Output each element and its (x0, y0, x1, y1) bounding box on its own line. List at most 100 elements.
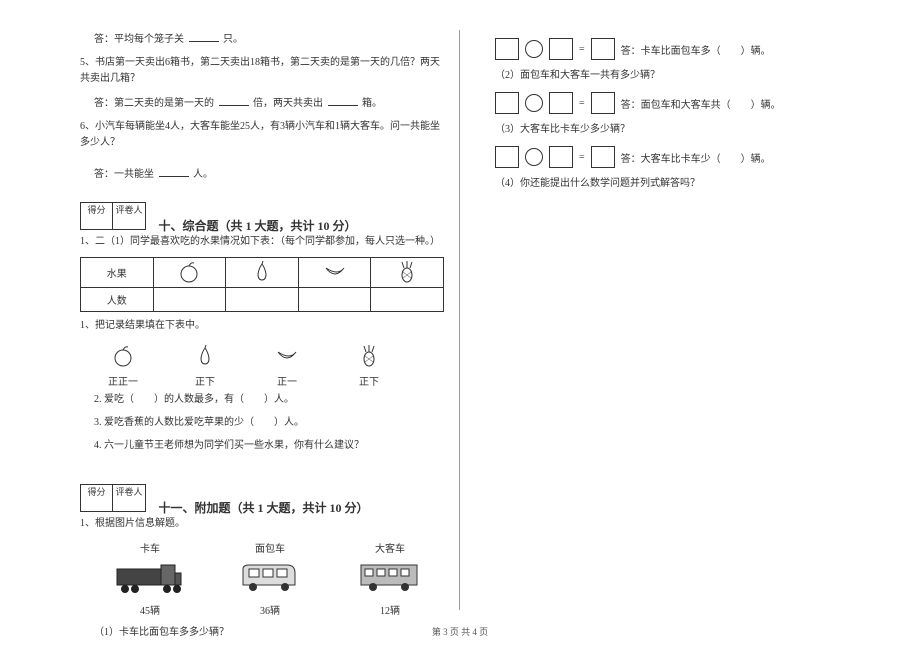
vehicle-truck: 卡车 45辆 (110, 540, 190, 617)
tally-col: 正下 (346, 342, 392, 388)
answer-text: 答：面包车和大客车共（ ）辆。 (621, 96, 781, 111)
result-box[interactable] (591, 146, 615, 168)
pear-icon (190, 342, 220, 368)
result-box[interactable] (591, 92, 615, 114)
answer-text: 答：大客车比卡车少（ ）辆。 (621, 150, 771, 165)
equation-row-2: = 答：面包车和大客车共（ ）辆。 (495, 92, 830, 114)
banana-icon (272, 342, 302, 368)
tally-col: 正下 (182, 342, 228, 388)
tally-text: 正下 (346, 373, 392, 388)
tally-text: 正下 (182, 373, 228, 388)
operator-circle[interactable] (525, 94, 543, 112)
count-cell[interactable] (371, 288, 444, 312)
vehicle-row: 卡车 45辆 面包车 36辆 (80, 540, 444, 617)
fruit-cell-banana (298, 258, 371, 288)
right-column: = 答：卡车比面包车多（ ）辆。 （2）面包车和大客车一共有多少辆？ = 答：面… (490, 30, 830, 610)
orange-icon (174, 258, 204, 284)
vehicle-bus: 大客车 12辆 (350, 540, 430, 617)
score-cell[interactable]: 得分 (81, 203, 113, 229)
vehicle-count: 12辆 (350, 602, 430, 617)
vehicle-label: 大客车 (350, 540, 430, 555)
vehicle-count: 45辆 (110, 602, 190, 617)
text: 人。 (193, 169, 213, 180)
fruit-cell-pineapple (371, 258, 444, 288)
table-row: 人数 (81, 288, 444, 312)
operand-box[interactable] (549, 146, 573, 168)
equals-sign: = (579, 44, 585, 55)
text: 答：第二天卖的是第一天的 (94, 98, 214, 109)
count-cell[interactable] (226, 288, 299, 312)
fruit-cell-orange (153, 258, 226, 288)
sub1: 1、把记录结果填在下表中。 (80, 318, 444, 334)
q11-1: 1、根据图片信息解题。 (80, 516, 444, 532)
question-6: 6、小汽车每辆能坐4人，大客车能坐25人，有3辆小汽车和1辆大客车。问一共能坐多… (80, 119, 444, 151)
section-11-title: 十一、附加题（共 1 大题，共计 10 分） (159, 499, 369, 516)
result-box[interactable] (591, 38, 615, 60)
operator-circle[interactable] (525, 40, 543, 58)
operand-box[interactable] (495, 38, 519, 60)
score-box: 得分 评卷人 (80, 484, 146, 512)
pear-icon (247, 258, 277, 284)
vehicle-label: 卡车 (110, 540, 190, 555)
r3-q: （3）大客车比卡车少多少辆？ (495, 122, 830, 138)
blank-input[interactable] (219, 94, 249, 106)
sub2: 2. 爱吃（ ）的人数最多，有（ ）人。 (80, 392, 444, 408)
operand-box[interactable] (549, 38, 573, 60)
section-10-title: 十、综合题（共 1 大题，共计 10 分） (159, 217, 357, 234)
score-box: 得分 评卷人 (80, 202, 146, 230)
blank-input[interactable] (159, 165, 189, 177)
equation-row-1: = 答：卡车比面包车多（ ）辆。 (495, 38, 830, 60)
answer-5: 答：第二天卖的是第一天的 倍，两天共卖出 箱。 (80, 94, 444, 112)
fruit-table: 水果 人数 (80, 257, 444, 312)
operand-box[interactable] (495, 146, 519, 168)
orange-icon (108, 342, 138, 368)
section-10-header: 得分 评卷人 十、综合题（共 1 大题，共计 10 分） (80, 190, 444, 234)
vehicle-count: 36辆 (230, 602, 310, 617)
vehicle-van: 面包车 36辆 (230, 540, 310, 617)
pineapple-icon (392, 258, 422, 284)
vehicle-label: 面包车 (230, 540, 310, 555)
blank-input[interactable] (328, 94, 358, 106)
count-cell[interactable] (298, 288, 371, 312)
operand-box[interactable] (495, 92, 519, 114)
count-cell[interactable] (153, 288, 226, 312)
left-column: 答：平均每个笼子关 只。 5、书店第一天卖出6箱书，第二天卖出18箱书，第二天卖… (80, 30, 460, 610)
r4-q: （4）你还能提出什么数学问题并列式解答吗？ (495, 176, 830, 192)
r2-q: （2）面包车和大客车一共有多少辆？ (495, 68, 830, 84)
blank-input[interactable] (189, 30, 219, 42)
grader-cell[interactable]: 评卷人 (113, 485, 145, 511)
operand-box[interactable] (549, 92, 573, 114)
van-icon (235, 559, 305, 595)
fruit-cell-pear (226, 258, 299, 288)
equals-sign: = (579, 98, 585, 109)
text: 箱。 (362, 98, 382, 109)
table-header: 水果 (81, 258, 154, 288)
equals-sign: = (579, 152, 585, 163)
bus-icon (355, 559, 425, 595)
tally-col: 正一 (264, 342, 310, 388)
tally-col: 正正一 (100, 342, 146, 388)
sub3: 3. 爱吃香蕉的人数比爱吃苹果的少（ ）人。 (80, 415, 444, 431)
text: 答：一共能坐 (94, 169, 154, 180)
question-5: 5、书店第一天卖出6箱书，第二天卖出18箱书，第二天卖的是第一天的几倍？两天共卖… (80, 55, 444, 87)
answer-cage: 答：平均每个笼子关 只。 (80, 30, 444, 48)
answer-text: 答：卡车比面包车多（ ）辆。 (621, 42, 771, 57)
text: 只。 (223, 34, 243, 45)
tally-row: 正正一 正下 正一 正下 (80, 342, 444, 388)
pineapple-icon (354, 342, 384, 368)
operator-circle[interactable] (525, 148, 543, 166)
tally-text: 正一 (264, 373, 310, 388)
truck-icon (115, 559, 185, 595)
grader-cell[interactable]: 评卷人 (113, 203, 145, 229)
equation-row-3: = 答：大客车比卡车少（ ）辆。 (495, 146, 830, 168)
table-row: 水果 (81, 258, 444, 288)
sub4: 4. 六一儿童节王老师想为同学们买一些水果，你有什么建议？ (80, 438, 444, 454)
text: 倍，两天共卖出 (253, 98, 323, 109)
page-content: 答：平均每个笼子关 只。 5、书店第一天卖出6箱书，第二天卖出18箱书，第二天卖… (80, 30, 870, 610)
tally-text: 正正一 (100, 373, 146, 388)
score-cell[interactable]: 得分 (81, 485, 113, 511)
answer-6: 答：一共能坐 人。 (80, 165, 444, 183)
text: 答：平均每个笼子关 (94, 34, 184, 45)
page-footer: 第 3 页 共 4 页 (0, 625, 920, 638)
banana-icon (320, 258, 350, 284)
